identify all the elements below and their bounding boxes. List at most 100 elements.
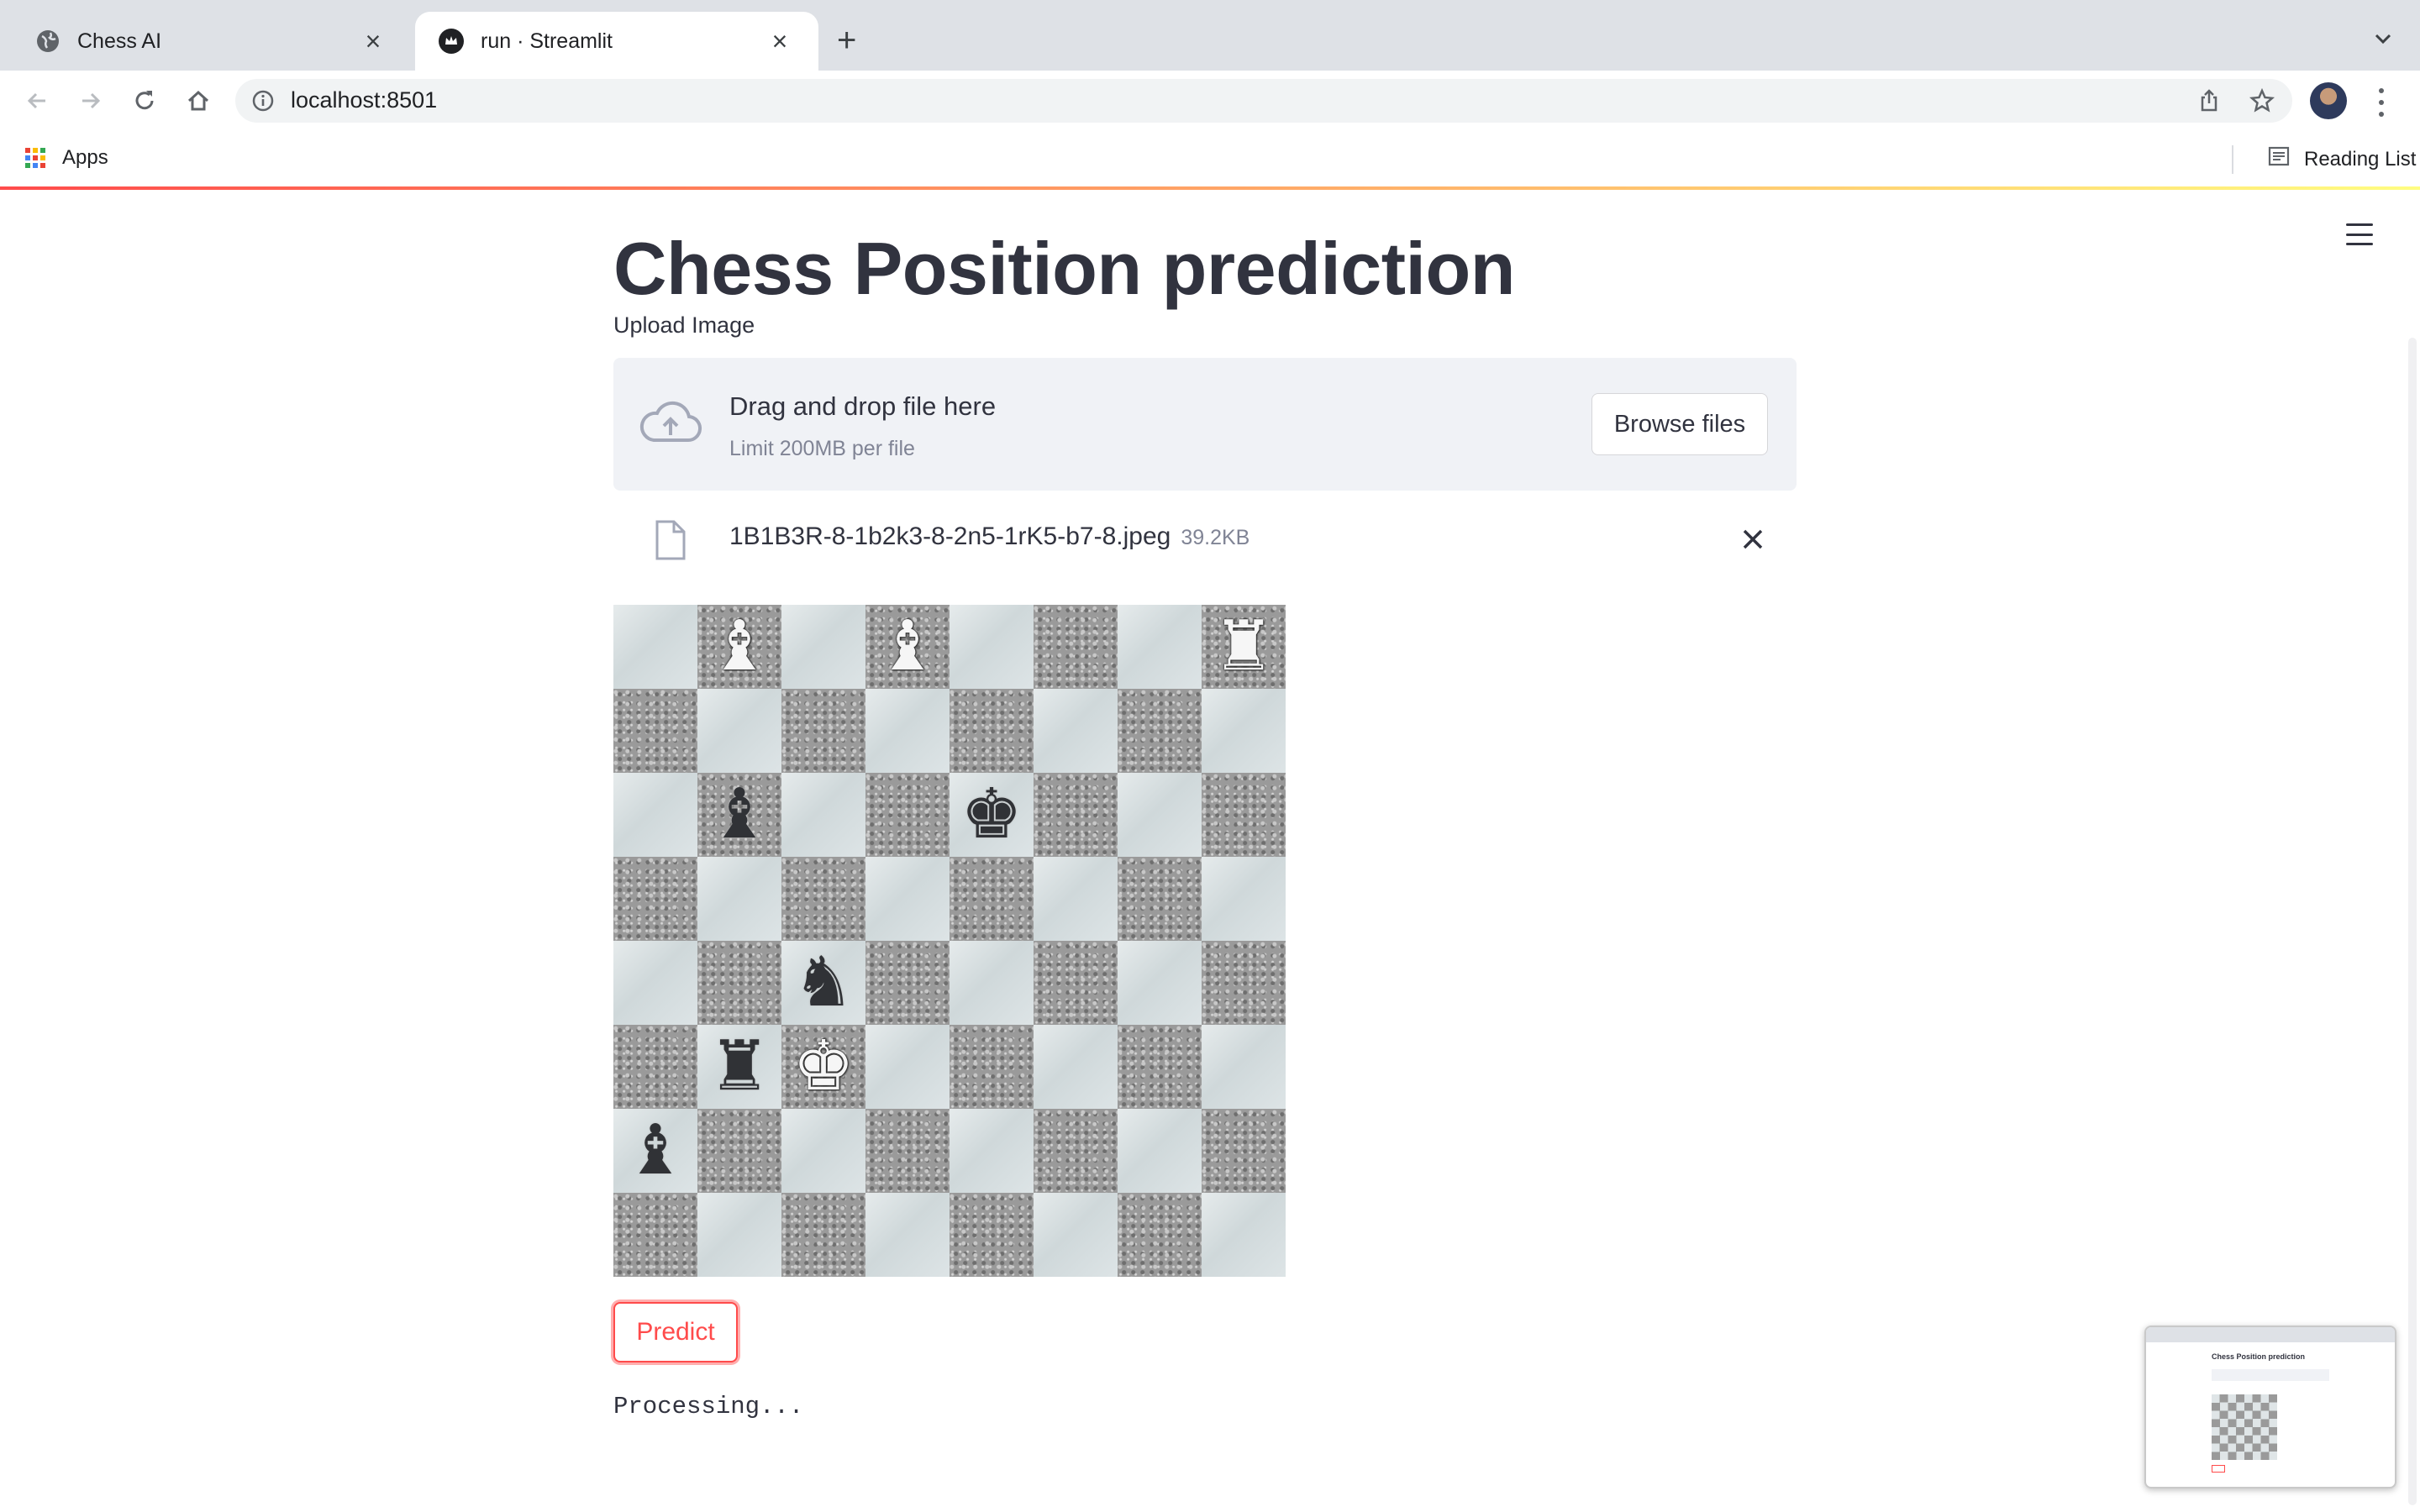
board-square bbox=[1118, 689, 1202, 773]
board-square bbox=[613, 773, 697, 857]
board-square: ♚ bbox=[781, 1025, 865, 1109]
dropzone-instructions: Drag and drop file here bbox=[729, 391, 997, 421]
board-square bbox=[1034, 1025, 1118, 1109]
streamlit-app: Chess Position prediction Upload Image D… bbox=[0, 186, 2420, 1512]
bookmark-star-icon[interactable] bbox=[2249, 87, 2275, 118]
board-square bbox=[613, 857, 697, 941]
tab-streamlit[interactable]: run · Streamlit × bbox=[415, 12, 818, 71]
tab-title: Chess AI bbox=[77, 29, 162, 53]
board-square bbox=[865, 1025, 950, 1109]
reading-list-button[interactable]: Reading List bbox=[2218, 144, 2416, 174]
screenshot-thumbnail-preview[interactable]: Chess Position prediction bbox=[2144, 1326, 2396, 1488]
apps-grid-icon bbox=[25, 148, 45, 168]
board-square bbox=[1034, 689, 1118, 773]
thumbnail-board bbox=[2212, 1394, 2277, 1460]
board-square bbox=[865, 1193, 950, 1277]
board-square: ♞ bbox=[781, 941, 865, 1025]
board-square bbox=[1034, 857, 1118, 941]
board-square bbox=[1202, 941, 1286, 1025]
predict-button[interactable]: Predict bbox=[613, 1302, 738, 1362]
home-icon[interactable] bbox=[178, 81, 218, 121]
board-square: ♝ bbox=[697, 773, 781, 857]
page-title: Chess Position prediction bbox=[613, 226, 1515, 310]
board-square: ♝ bbox=[865, 605, 950, 689]
board-square bbox=[950, 941, 1034, 1025]
board-square bbox=[865, 857, 950, 941]
board-square bbox=[697, 1109, 781, 1193]
white-bishop-piece: ♝ bbox=[708, 606, 771, 686]
board-square bbox=[697, 941, 781, 1025]
forward-arrow-icon[interactable] bbox=[71, 81, 111, 121]
bookmarks-divider bbox=[2232, 144, 2233, 174]
board-square: ♜ bbox=[697, 1025, 781, 1109]
thumbnail-browser-bar bbox=[2146, 1327, 2395, 1342]
board-square bbox=[865, 941, 950, 1025]
board-square bbox=[1118, 1193, 1202, 1277]
board-square bbox=[1202, 689, 1286, 773]
board-square bbox=[950, 689, 1034, 773]
apps-label: Apps bbox=[62, 146, 108, 169]
black-bishop-piece: ♝ bbox=[708, 774, 771, 854]
board-square bbox=[950, 605, 1034, 689]
main-menu-hamburger-icon[interactable] bbox=[2346, 223, 2373, 245]
board-square bbox=[1202, 1025, 1286, 1109]
board-square bbox=[950, 1025, 1034, 1109]
board-square bbox=[781, 1109, 865, 1193]
board-square: ♝ bbox=[697, 605, 781, 689]
file-icon bbox=[654, 519, 687, 565]
tab-chess-ai[interactable]: Chess AI × bbox=[12, 12, 412, 71]
close-tab-icon[interactable]: × bbox=[358, 26, 388, 56]
board-square bbox=[781, 857, 865, 941]
board-square bbox=[1118, 1025, 1202, 1109]
new-tab-plus-icon[interactable]: + bbox=[837, 22, 856, 59]
scrollbar[interactable] bbox=[2408, 338, 2417, 1505]
back-arrow-icon[interactable] bbox=[17, 81, 57, 121]
close-tab-icon[interactable]: × bbox=[765, 26, 795, 56]
board-square bbox=[613, 689, 697, 773]
board-square bbox=[1034, 1109, 1118, 1193]
browser-toolbar: localhost:8501 bbox=[0, 71, 2420, 133]
bookmarks-bar: Apps Reading List bbox=[0, 133, 2420, 186]
board-square bbox=[697, 857, 781, 941]
board-square bbox=[950, 1193, 1034, 1277]
thumbnail-title: Chess Position prediction bbox=[2212, 1352, 2306, 1361]
reload-icon[interactable] bbox=[124, 81, 165, 121]
white-rook-piece: ♜ bbox=[1213, 606, 1275, 686]
board-square bbox=[865, 689, 950, 773]
board-square bbox=[865, 773, 950, 857]
browser-menu-icon[interactable] bbox=[2371, 86, 2391, 119]
board-square bbox=[613, 1193, 697, 1277]
board-square bbox=[1202, 857, 1286, 941]
black-bishop-piece: ♝ bbox=[624, 1110, 687, 1190]
tab-search-chevron-icon[interactable] bbox=[2368, 24, 2398, 54]
board-square bbox=[781, 689, 865, 773]
cloud-upload-icon bbox=[639, 398, 702, 453]
board-square bbox=[1118, 857, 1202, 941]
streamlit-crown-icon bbox=[439, 29, 464, 54]
board-square bbox=[1118, 605, 1202, 689]
browse-files-button[interactable]: Browse files bbox=[1591, 393, 1768, 455]
address-bar[interactable]: localhost:8501 bbox=[235, 79, 2292, 123]
tab-title: run · Streamlit bbox=[481, 29, 613, 53]
browser-tab-strip: Chess AI × run · Streamlit × + bbox=[0, 0, 2420, 71]
status-text: Processing... bbox=[613, 1393, 804, 1420]
board-square bbox=[950, 1109, 1034, 1193]
board-square bbox=[613, 1025, 697, 1109]
board-square bbox=[781, 605, 865, 689]
white-bishop-piece: ♝ bbox=[876, 606, 939, 686]
black-king-piece: ♚ bbox=[960, 774, 1023, 854]
file-dropzone[interactable]: Drag and drop file here Limit 200MB per … bbox=[613, 358, 1797, 491]
remove-file-close-icon[interactable] bbox=[1736, 522, 1770, 556]
share-icon[interactable] bbox=[2196, 88, 2222, 118]
profile-avatar[interactable] bbox=[2310, 82, 2347, 119]
board-square bbox=[1202, 1193, 1286, 1277]
board-square bbox=[781, 773, 865, 857]
board-square bbox=[865, 1109, 950, 1193]
globe-icon bbox=[35, 29, 60, 54]
board-square bbox=[613, 605, 697, 689]
reading-list-icon bbox=[2267, 144, 2291, 174]
board-square bbox=[1202, 1109, 1286, 1193]
site-info-icon[interactable] bbox=[252, 90, 274, 112]
apps-shortcut[interactable]: Apps bbox=[25, 146, 108, 170]
thumbnail-dropzone bbox=[2212, 1369, 2329, 1381]
